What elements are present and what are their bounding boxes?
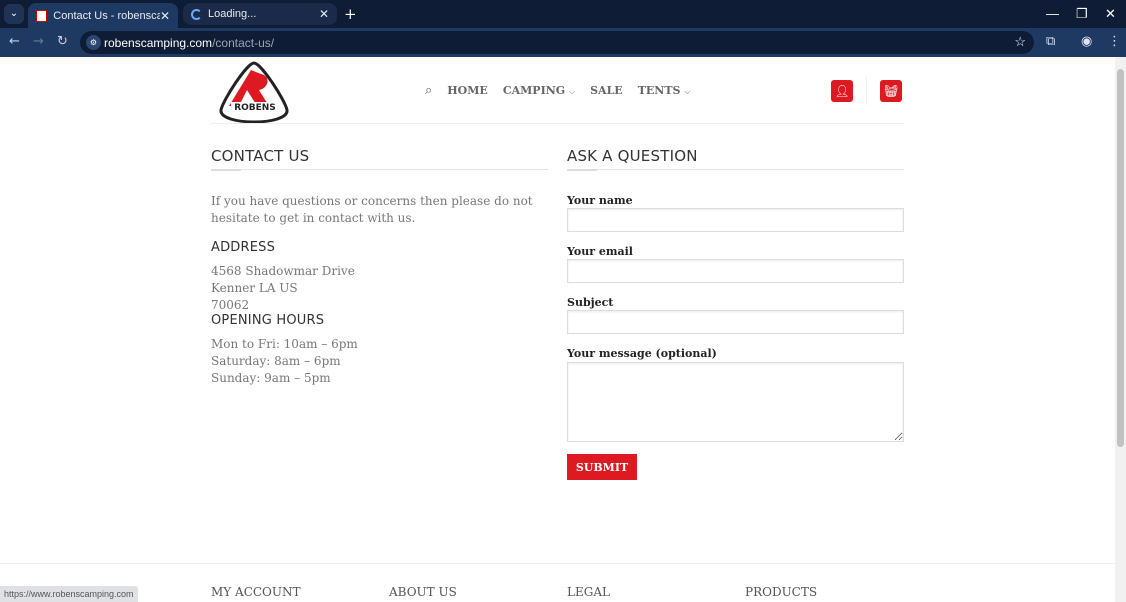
submit-button[interactable]: SUBMIT [567, 454, 637, 480]
svg-text:ROBENS: ROBENS [234, 103, 276, 113]
message-textarea[interactable] [567, 362, 904, 442]
divider [567, 169, 904, 171]
tab-loading[interactable]: Loading... ✕ [183, 3, 337, 25]
email-input[interactable] [567, 259, 904, 283]
contact-intro: If you have questions or concerns then p… [211, 194, 533, 225]
favicon-icon [36, 9, 48, 22]
reload-icon[interactable]: ↻ [57, 34, 68, 49]
back-icon[interactable]: ← [9, 34, 20, 49]
name-input[interactable] [567, 208, 904, 232]
divider [211, 169, 548, 171]
new-tab-icon[interactable]: + [344, 5, 357, 23]
page-scrollbar[interactable] [1115, 57, 1126, 602]
site-info-icon[interactable]: ⚙ [86, 35, 101, 50]
footer-divider [0, 563, 1115, 564]
chevron-down-icon: ⌵ [684, 87, 691, 96]
email-label: Your email [567, 245, 633, 258]
browser-tab-bar: ⌄ Contact Us - robenscamping.co✕ Loading… [0, 0, 1126, 28]
forward-icon[interactable]: → [33, 34, 44, 49]
menu-item-tents[interactable]: TENTS ⌵ [638, 84, 691, 97]
main-menu: ⌕ HOME CAMPING ⌵ SALE TENTS ⌵ [425, 83, 690, 98]
close-tab-icon[interactable]: ✕ [160, 9, 170, 23]
address-line: 4568 Shadowmar Drive [211, 264, 355, 278]
chevron-down-icon: ⌵ [569, 87, 576, 96]
menu-icon[interactable]: ⋮ [1108, 34, 1121, 49]
footer-products: PRODUCTS [745, 585, 818, 599]
url-path: /contact-us/ [212, 35, 275, 50]
close-tab-icon[interactable]: ✕ [319, 7, 329, 21]
menu-label: CAMPING [502, 84, 566, 97]
robens-logo[interactable]: ROBENS [217, 60, 291, 124]
menu-item-camping[interactable]: CAMPING ⌵ [503, 84, 575, 97]
footer-my-account: MY ACCOUNT [211, 585, 301, 599]
account-button[interactable]: 👤︎ [831, 80, 853, 102]
hours-line: Saturday: 8am – 6pm [211, 354, 341, 368]
tab-contact-us[interactable]: Contact Us - robenscamping.co✕ [28, 3, 178, 28]
name-label: Your name [567, 194, 633, 207]
footer-legal: LEGAL [567, 585, 610, 599]
contact-title: CONTACT US [211, 147, 310, 165]
header-divider [211, 123, 904, 124]
divider [866, 77, 867, 105]
bookmark-star-icon[interactable]: ☆ [1014, 34, 1026, 50]
subject-input[interactable] [567, 310, 904, 334]
address-title: ADDRESS [211, 240, 276, 255]
subject-label: Subject [567, 296, 614, 309]
tab-search-button[interactable]: ⌄ [4, 4, 24, 24]
search-icon[interactable]: ⌕ [425, 83, 432, 98]
profile-icon[interactable]: ◉ [1081, 34, 1092, 49]
url-host: robenscamping.com [104, 35, 213, 50]
loading-spinner-icon [191, 8, 202, 20]
address-bar[interactable]: ⚙ robenscamping.com/contact-us/ ☆ [80, 31, 1034, 54]
menu-label: TENTS [637, 84, 681, 97]
restore-icon[interactable]: ❐ [1076, 6, 1088, 22]
hours-line: Sunday: 9am – 5pm [211, 371, 331, 385]
tab-title: Contact Us - robenscamping.co [53, 9, 160, 22]
message-label: Your message (optional) [567, 347, 717, 360]
tab-title: Loading... [208, 8, 257, 20]
hours-line: Mon to Fri: 10am – 6pm [211, 337, 358, 351]
close-window-icon[interactable]: ✕ [1105, 6, 1116, 22]
extensions-icon[interactable]: ⧉ [1046, 34, 1055, 49]
status-bar-url: https://www.robenscamping.com [0, 586, 138, 602]
scrollbar-thumb[interactable] [1117, 69, 1124, 447]
menu-item-home[interactable]: HOME [447, 84, 488, 97]
hours-title: OPENING HOURS [211, 313, 325, 328]
browser-toolbar: ← → ↻ ⚙ robenscamping.com/contact-us/ ☆ … [0, 28, 1126, 57]
minimize-icon[interactable]: — [1046, 6, 1059, 21]
web-page: ROBENS ⌕ HOME CAMPING ⌵ SALE TENTS ⌵ 👤︎ … [0, 57, 1115, 602]
form-title: ASK A QUESTION [567, 147, 698, 165]
footer-about-us: ABOUT US [389, 585, 457, 599]
cart-button[interactable]: 🧺︎ [880, 80, 902, 102]
address-line: Kenner LA US [211, 281, 298, 295]
menu-item-sale[interactable]: SALE [590, 84, 623, 97]
address-line: 70062 [211, 298, 250, 312]
